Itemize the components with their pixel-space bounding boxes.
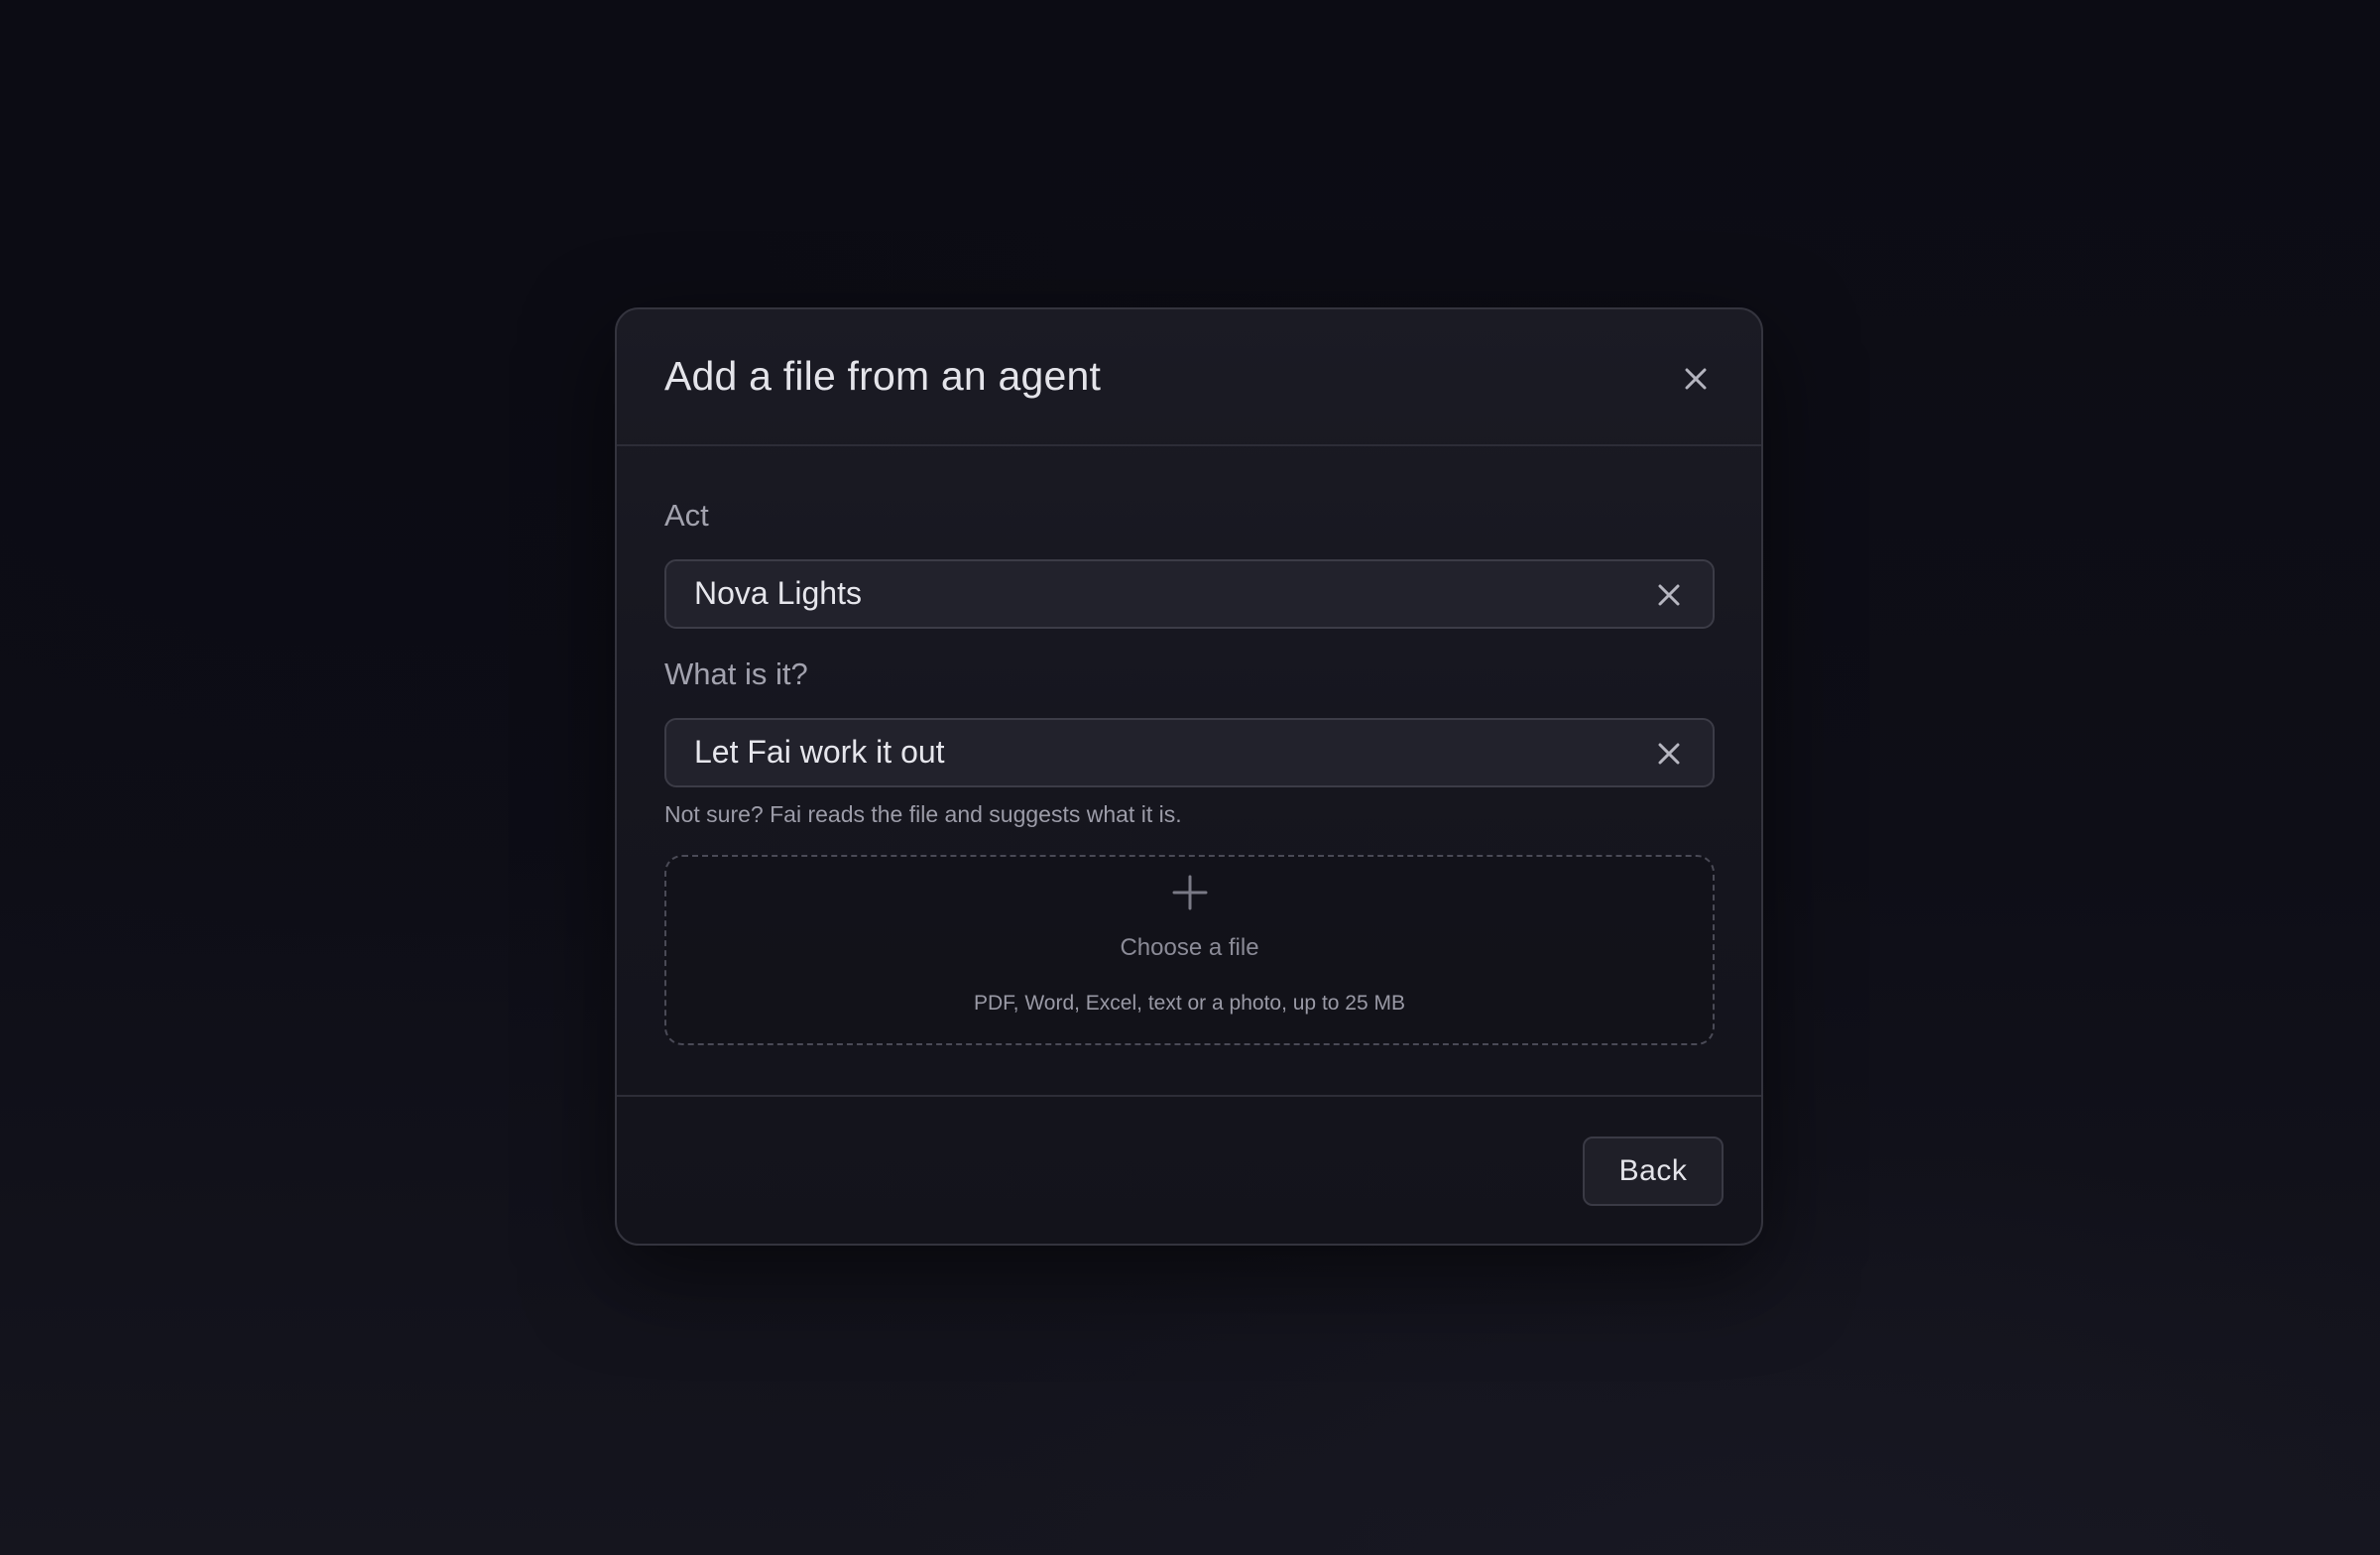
plus-icon bbox=[1172, 875, 1207, 910]
close-button[interactable] bbox=[1676, 359, 1716, 399]
clear-icon bbox=[1658, 743, 1680, 765]
act-label: Act bbox=[664, 498, 709, 533]
type-clear-button[interactable] bbox=[1655, 740, 1683, 768]
act-select[interactable]: Nova Lights bbox=[664, 559, 1715, 629]
type-select[interactable]: Let Fai work it out bbox=[664, 718, 1715, 787]
dialog-title: Add a file from an agent bbox=[664, 353, 1102, 399]
type-value: Let Fai work it out bbox=[694, 734, 945, 770]
close-icon bbox=[1685, 368, 1707, 390]
footer-divider bbox=[617, 1095, 1761, 1097]
add-file-dialog: Add a file from an agent Act Nova Lights… bbox=[615, 307, 1763, 1246]
file-types-hint: PDF, Word, Excel, text or a photo, up to… bbox=[974, 992, 1405, 1015]
dialog-header: Add a file from an agent bbox=[617, 309, 1761, 446]
file-dropzone[interactable]: Choose a file PDF, Word, Excel, text or … bbox=[664, 855, 1715, 1045]
type-helper-text: Not sure? Fai reads the file and suggest… bbox=[664, 801, 1182, 827]
back-button[interactable]: Back bbox=[1583, 1136, 1724, 1206]
type-label: What is it? bbox=[664, 657, 808, 691]
clear-icon bbox=[1658, 584, 1680, 606]
choose-file-label: Choose a file bbox=[1120, 934, 1259, 961]
act-value: Nova Lights bbox=[694, 575, 862, 611]
act-clear-button[interactable] bbox=[1655, 581, 1683, 609]
